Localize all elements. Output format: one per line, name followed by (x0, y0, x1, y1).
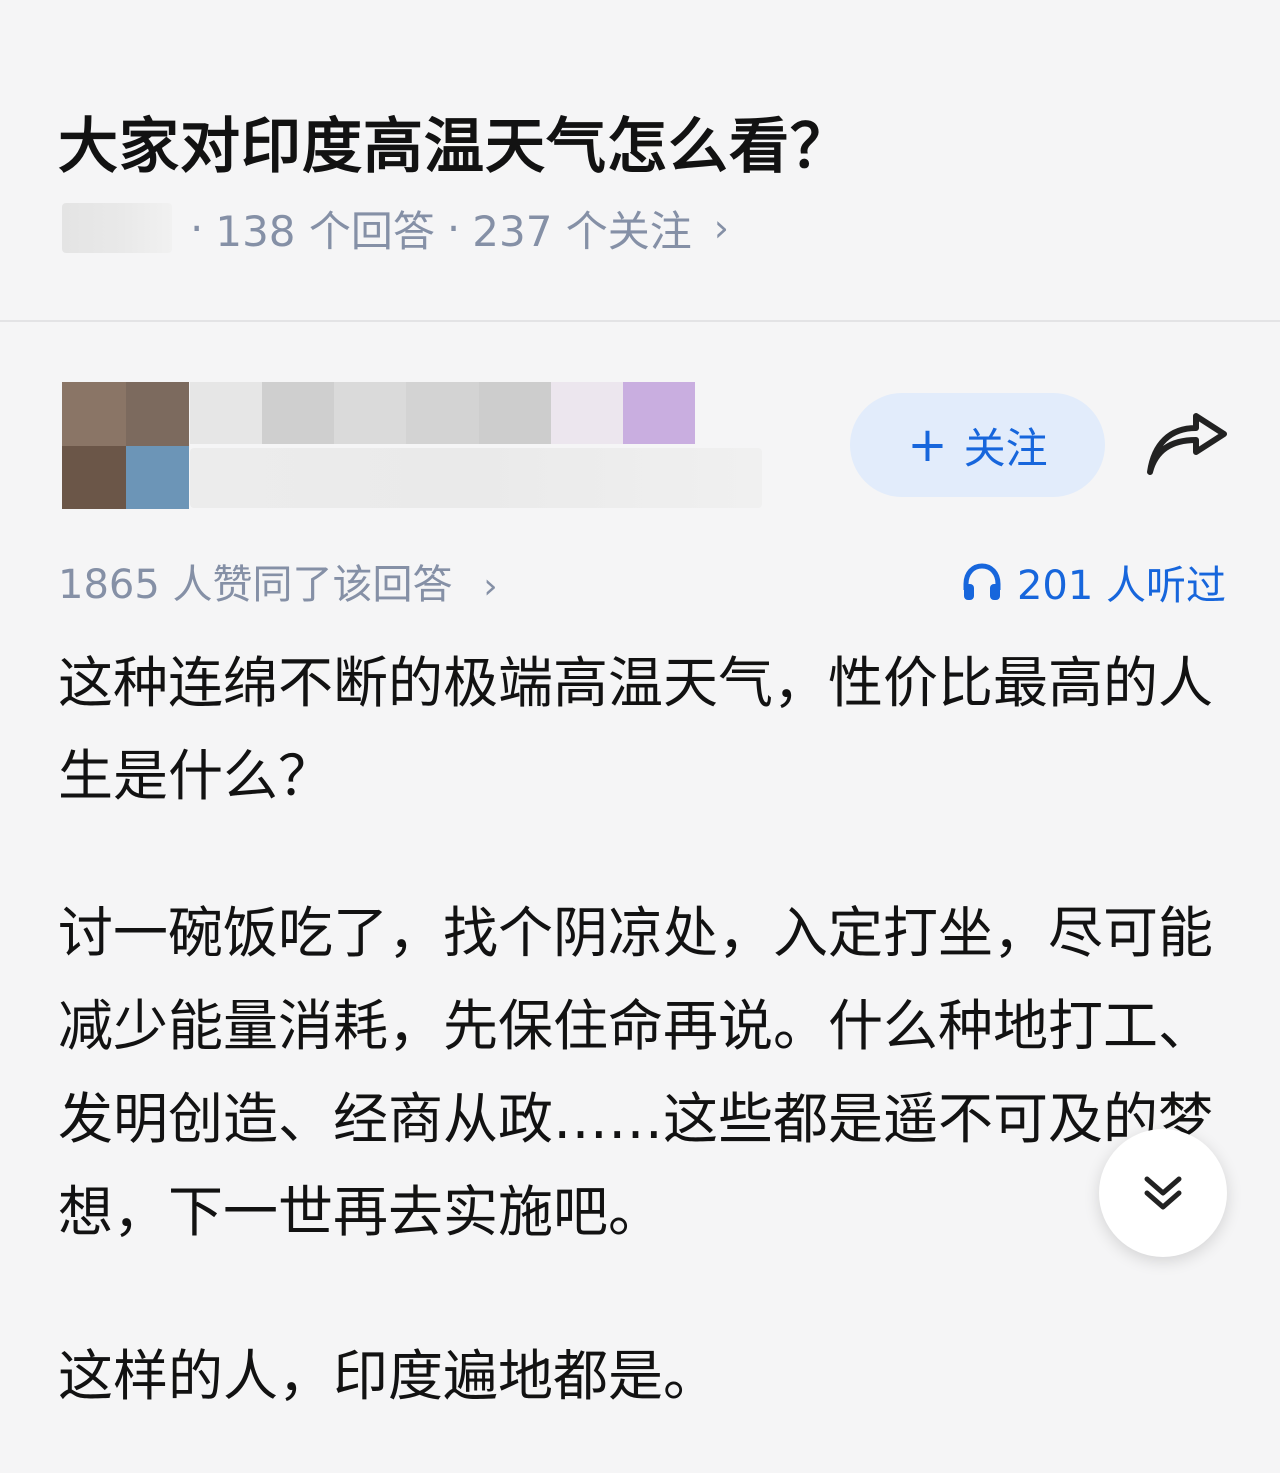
blurred-author-name[interactable] (190, 382, 695, 444)
author-avatar[interactable] (62, 382, 189, 509)
meta-separator: · (190, 203, 204, 253)
headphones-icon (963, 563, 1001, 600)
answer-page: 大家对印度高温天气怎么看？ · 138 个回答 · 237 个关注 › + 关注… (0, 0, 1280, 1473)
question-title[interactable]: 大家对印度高温天气怎么看？ (58, 98, 851, 185)
follow-button[interactable]: + 关注 (850, 393, 1105, 497)
answers-count: 138 个回答 (215, 206, 435, 256)
answer-paragraph: 讨一碗饭吃了，找个阴凉处，入定打坐，尽可能减少能量消耗，先保住命再说。什么种地打… (58, 901, 1214, 1244)
plus-icon: + (907, 417, 948, 473)
blurred-author-headline (190, 448, 762, 508)
chevron-right-icon: › (713, 206, 729, 250)
answer-paragraph: 这种连绵不断的极端高温天气，性价比最高的人生是什么？ (58, 651, 1214, 808)
listen-count[interactable]: 201 人听过 (961, 552, 1226, 612)
answer-paragraph: 这样的人，印度遍地都是。 (58, 1344, 719, 1408)
section-divider (0, 320, 1280, 322)
chevron-right-icon: › (483, 566, 498, 607)
votes-summary[interactable]: 1865 人赞同了该回答 › (58, 552, 498, 610)
double-chevron-down-icon (1144, 1176, 1182, 1210)
question-meta[interactable]: · 138 个回答 · 237 个关注 › (62, 198, 729, 258)
followers-count: 237 个关注 (472, 206, 692, 256)
listened-text: 201 人听过 (1016, 563, 1226, 609)
meta-separator: · (446, 203, 461, 253)
follow-button-label: 关注 (963, 423, 1048, 473)
share-arrow-icon[interactable] (1146, 412, 1228, 478)
blurred-topic-avatar (62, 203, 172, 253)
scroll-down-button[interactable] (1099, 1129, 1227, 1257)
votes-text: 1865 人赞同了该回答 (58, 562, 453, 608)
